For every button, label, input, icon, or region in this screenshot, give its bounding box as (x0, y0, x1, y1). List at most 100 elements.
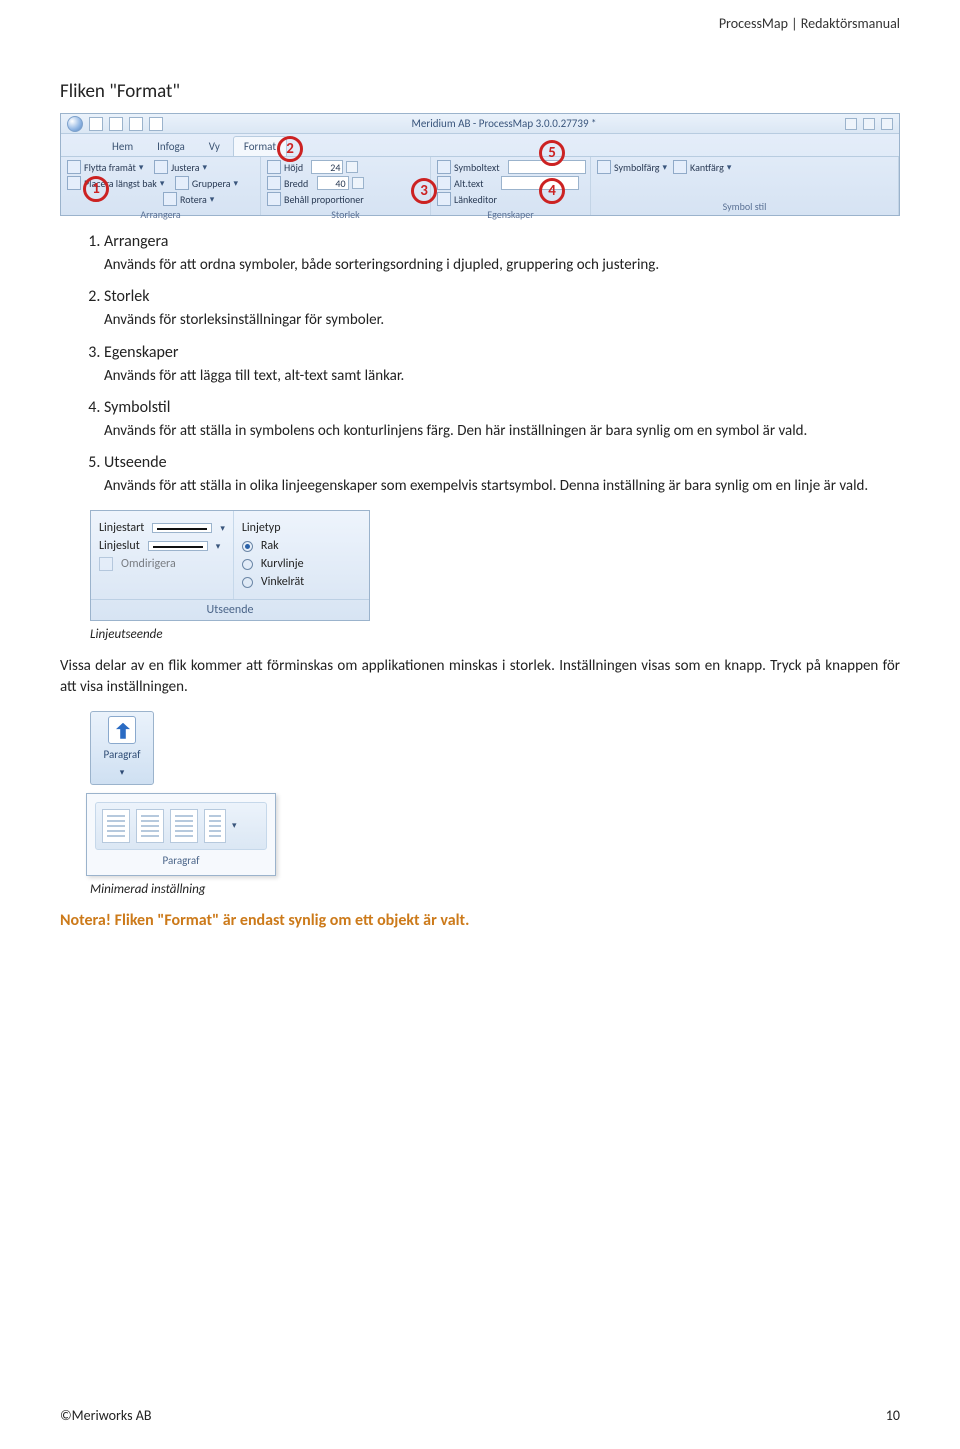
list-item: Symbolstil Används för att ställa in sym… (104, 398, 900, 441)
spin-icon (346, 161, 358, 173)
tab-vy: Vy (198, 136, 231, 156)
width-input: 40 (317, 176, 349, 190)
label: Symboltext (454, 161, 500, 174)
tab-infoga: Infoga (146, 136, 196, 156)
height-icon (267, 160, 281, 174)
bring-forward-icon (67, 160, 81, 174)
quick-access-icon (129, 117, 143, 131)
list-item: Egenskaper Används för att lägga till te… (104, 343, 900, 386)
label: Omdirigera (121, 557, 176, 571)
label: Gruppera (192, 177, 231, 190)
link-icon (437, 192, 451, 206)
callout-3: 3 (411, 178, 437, 204)
lock-aspect-icon (267, 192, 281, 206)
group-caption: Symbol stil (597, 198, 892, 215)
section-title: Fliken "Format" (60, 80, 900, 103)
rotate-icon (163, 192, 177, 206)
label: Alt.text (454, 177, 484, 190)
radio-kurvlinje (242, 559, 253, 570)
item-title: Storlek (104, 287, 900, 306)
align-left-icon (102, 809, 130, 843)
figure-caption: Minimerad inställning (90, 882, 900, 897)
window-title: Meridium AB - ProcessMap 3.0.0.27739 * (169, 117, 839, 130)
quick-access-icon (109, 117, 123, 131)
maximize-icon (863, 118, 875, 130)
label: Kantfärg (690, 161, 724, 174)
item-body: Används för storleksinställningar för sy… (104, 310, 900, 330)
alttext-icon (437, 176, 451, 190)
linjeutseende-panel: Linjestart▾ Linjeslut▾ Omdirigera Linjet… (90, 510, 370, 621)
redirect-icon (99, 557, 113, 571)
paragraph: Vissa delar av en flik kommer att förmin… (60, 656, 900, 697)
label: Behåll proportioner (284, 193, 364, 206)
label: Rotera (180, 193, 207, 206)
label: Bredd (284, 177, 308, 190)
group-icon (175, 176, 189, 190)
align-icon (154, 160, 168, 174)
paragraf-popout: ▾ Paragraf (86, 793, 276, 876)
callout-2: 2 (277, 136, 303, 162)
linestart-sample (152, 523, 212, 533)
chevron-down-icon: ▾ (120, 767, 125, 778)
width-icon (267, 176, 281, 190)
callout-5: 5 (539, 140, 565, 166)
item-body: Används för att ställa in symbolens och … (104, 421, 900, 441)
down-arrow-icon (108, 716, 136, 744)
label: Linjestart (99, 521, 144, 535)
align-center-icon (136, 809, 164, 843)
radio-vinkelrat (242, 577, 253, 588)
group-caption: Storlek (267, 206, 424, 223)
item-title: Symbolstil (104, 398, 900, 417)
border-color-icon (673, 160, 687, 174)
symbol-color-icon (597, 160, 611, 174)
item-title: Utseende (104, 453, 900, 472)
ribbon-screenshot: Meridium AB - ProcessMap 3.0.0.27739 * H… (60, 113, 900, 216)
quick-access-icon (149, 117, 163, 131)
spin-icon (352, 177, 364, 189)
label: Rak (261, 539, 279, 553)
label: Justera (171, 161, 200, 174)
tab-hem: Hem (101, 136, 144, 156)
panel-caption: Utseende (91, 599, 369, 620)
close-icon (881, 118, 893, 130)
popout-caption: Paragraf (95, 850, 267, 867)
callout-1: 1 (83, 176, 109, 202)
chevron-down-icon: ▾ (232, 820, 237, 831)
quick-access-icon (89, 117, 103, 131)
group-caption: Arrangera (67, 206, 254, 223)
text-style-icon (204, 809, 226, 843)
item-body: Används för att ställa in olika linjeege… (104, 476, 900, 496)
item-title: Egenskaper (104, 343, 900, 362)
label: Kurvlinje (261, 557, 304, 571)
label: Vinkelrät (261, 575, 304, 589)
note-text: Notera! Fliken "Format" är endast synlig… (60, 911, 900, 930)
item-title: Arrangera (104, 232, 900, 251)
figure-caption: Linjeutseende (90, 627, 900, 642)
align-right-icon (170, 809, 198, 843)
send-back-icon (67, 176, 81, 190)
symboltext-icon (437, 160, 451, 174)
item-body: Används för att lägga till text, alt-tex… (104, 366, 900, 386)
lineend-sample (148, 541, 208, 551)
app-orb-icon (67, 116, 83, 132)
label: Länkeditor (454, 193, 497, 206)
height-input: 24 (311, 160, 343, 174)
callout-4: 4 (539, 178, 565, 204)
paragraf-minimized-button: Paragraf ▾ (90, 711, 154, 785)
list-item: Storlek Används för storleksinställninga… (104, 287, 900, 330)
header-right: ProcessMap | Redaktörsmanual (719, 15, 900, 32)
list-item: Arrangera Används för att ordna symboler… (104, 232, 900, 275)
footer-left: ©Meriworks AB (60, 1407, 151, 1424)
radio-rak (242, 541, 253, 552)
paragraf-label: Paragraf (91, 748, 153, 761)
label: Flytta framåt (84, 161, 136, 174)
ordered-list: Arrangera Används för att ordna symboler… (60, 232, 900, 496)
minimize-icon (845, 118, 857, 130)
label: Linjeslut (99, 539, 140, 553)
label: Symbolfärg (614, 161, 660, 174)
label: Linjetyp (242, 521, 281, 535)
group-caption: Egenskaper (437, 206, 584, 223)
footer-right: 10 (886, 1407, 900, 1424)
item-body: Används för att ordna symboler, både sor… (104, 255, 900, 275)
list-item: Utseende Används för att ställa in olika… (104, 453, 900, 496)
